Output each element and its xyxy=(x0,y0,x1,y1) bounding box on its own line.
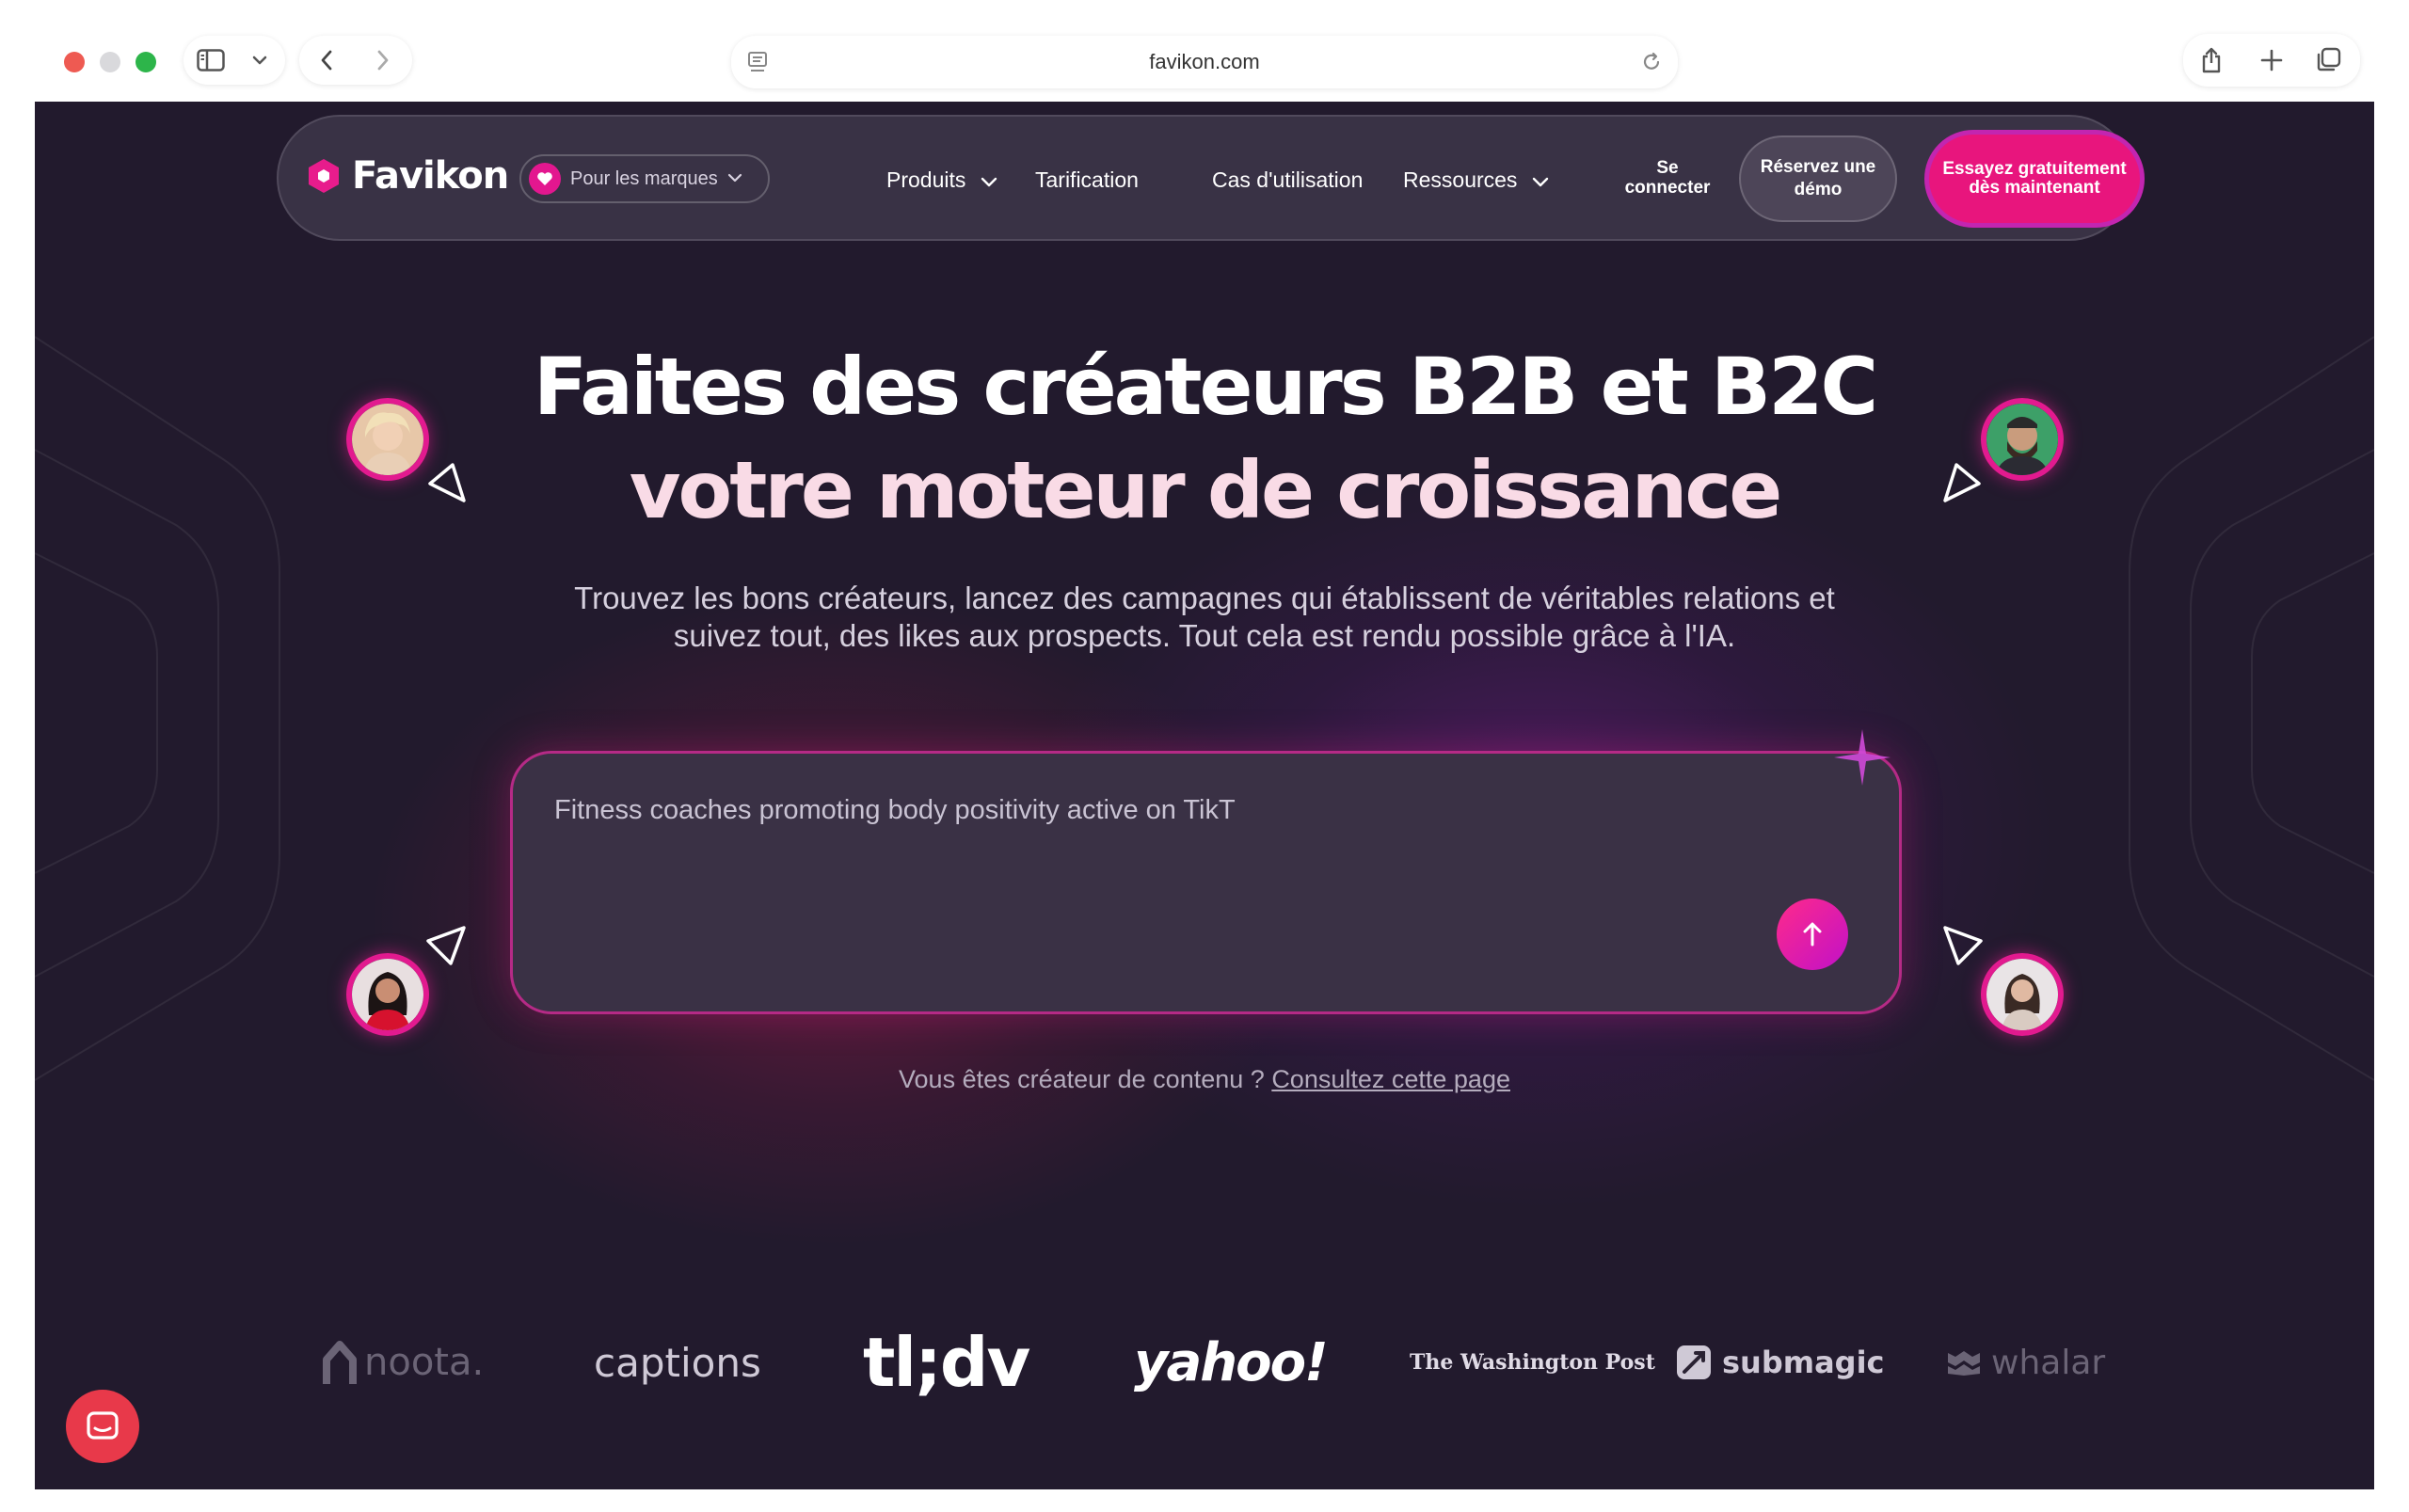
sidebar-toggle-group xyxy=(183,36,285,85)
cursor-arrow-icon xyxy=(428,463,466,502)
logo-submagic-text: submagic xyxy=(1722,1345,1885,1380)
logo-tldv: tl;dv xyxy=(863,1323,1030,1402)
creator-avatar xyxy=(1981,953,2064,1036)
url-text[interactable]: favikon.com xyxy=(731,36,1678,88)
creator-avatar xyxy=(346,953,429,1036)
logo-whalar: whalar xyxy=(1946,1315,2134,1409)
chat-widget-button[interactable] xyxy=(66,1390,139,1463)
try-free-button[interactable]: Essayez gratuitement dès maintenant xyxy=(1924,130,2145,228)
window-actions-group xyxy=(2183,34,2360,87)
nav-pricing[interactable]: Tarification xyxy=(1035,167,1139,193)
new-tab-icon[interactable] xyxy=(2257,45,2287,75)
share-icon[interactable] xyxy=(2196,45,2226,75)
heart-icon xyxy=(529,163,561,195)
browser-chrome: favikon.com xyxy=(0,0,2409,102)
top-navigation: Favikon Pour les marques Produits Tarifi… xyxy=(277,115,2145,241)
page-viewport: Favikon Pour les marques Produits Tarifi… xyxy=(35,102,2374,1489)
back-icon[interactable] xyxy=(314,48,339,72)
favikon-logo[interactable]: Favikon xyxy=(305,154,509,198)
chevron-down-icon xyxy=(1532,167,1549,193)
logo-washington-post: The Washington Post xyxy=(1410,1350,1655,1375)
logo-noota: noota. xyxy=(323,1315,484,1409)
logo-yahoo: yahoo! xyxy=(1134,1331,1329,1393)
sparkle-icon xyxy=(1834,729,1891,786)
chevron-down-icon xyxy=(727,170,742,187)
nav-products-label: Produits xyxy=(886,167,966,192)
creator-avatar xyxy=(346,398,429,481)
favikon-logo-icon xyxy=(309,159,339,193)
audience-selector-label: Pour les marques xyxy=(570,167,718,189)
zoom-window-button[interactable] xyxy=(136,52,156,72)
nav-products[interactable]: Produits xyxy=(886,167,997,193)
cursor-arrow-icon xyxy=(426,926,466,965)
logo-whalar-text: whalar xyxy=(1991,1343,2106,1382)
chat-icon xyxy=(87,1411,119,1440)
customer-logos: noota. captions tl;dv yahoo! The Washing… xyxy=(35,1315,2374,1409)
hero-subtitle: Trouvez les bons créateurs, lancez des c… xyxy=(574,581,1835,653)
cursor-arrow-icon xyxy=(1943,926,1983,965)
address-bar[interactable]: favikon.com xyxy=(731,36,1678,88)
submit-search-button[interactable] xyxy=(1777,899,1848,970)
submagic-icon xyxy=(1677,1345,1711,1379)
nav-use-cases[interactable]: Cas d'utilisation xyxy=(1212,167,1363,193)
minimize-window-button[interactable] xyxy=(100,52,120,72)
nav-resources[interactable]: Ressources xyxy=(1403,167,1549,193)
noota-icon xyxy=(323,1341,357,1384)
logo-text: Favikon xyxy=(352,154,509,198)
login-button[interactable]: Se connecter xyxy=(1619,158,1716,198)
search-input[interactable]: Fitness coaches promoting body positivit… xyxy=(554,795,1236,826)
logo-submagic: submagic xyxy=(1675,1315,1885,1409)
book-demo-button[interactable]: Réservez une démo xyxy=(1739,135,1897,222)
history-nav-group xyxy=(299,36,412,85)
tab-overview-icon[interactable] xyxy=(2313,45,2343,75)
sidebar-icon[interactable] xyxy=(197,47,225,73)
creator-avatar xyxy=(1981,398,2064,481)
creator-page-link[interactable]: Consultez cette page xyxy=(1271,1065,1510,1093)
nav-resources-label: Ressources xyxy=(1403,167,1518,192)
chevron-down-icon xyxy=(981,167,997,193)
arrow-up-icon xyxy=(1803,922,1822,947)
audience-selector[interactable]: Pour les marques xyxy=(519,154,770,203)
close-window-button[interactable] xyxy=(64,52,85,72)
creator-prompt: Vous êtes créateur de contenu ? Consulte… xyxy=(35,1065,2374,1094)
chevron-down-icon[interactable] xyxy=(249,51,270,70)
logo-noota-text: noota. xyxy=(364,1341,485,1384)
cursor-arrow-icon xyxy=(1943,463,1981,502)
reload-icon[interactable] xyxy=(1638,49,1665,75)
whalar-icon xyxy=(1948,1351,1980,1376)
ai-search-box[interactable]: Fitness coaches promoting body positivit… xyxy=(510,751,1902,1014)
creator-prompt-text: Vous êtes créateur de contenu ? xyxy=(899,1065,1265,1093)
forward-icon[interactable] xyxy=(371,48,395,72)
logo-captions: captions xyxy=(594,1339,761,1386)
